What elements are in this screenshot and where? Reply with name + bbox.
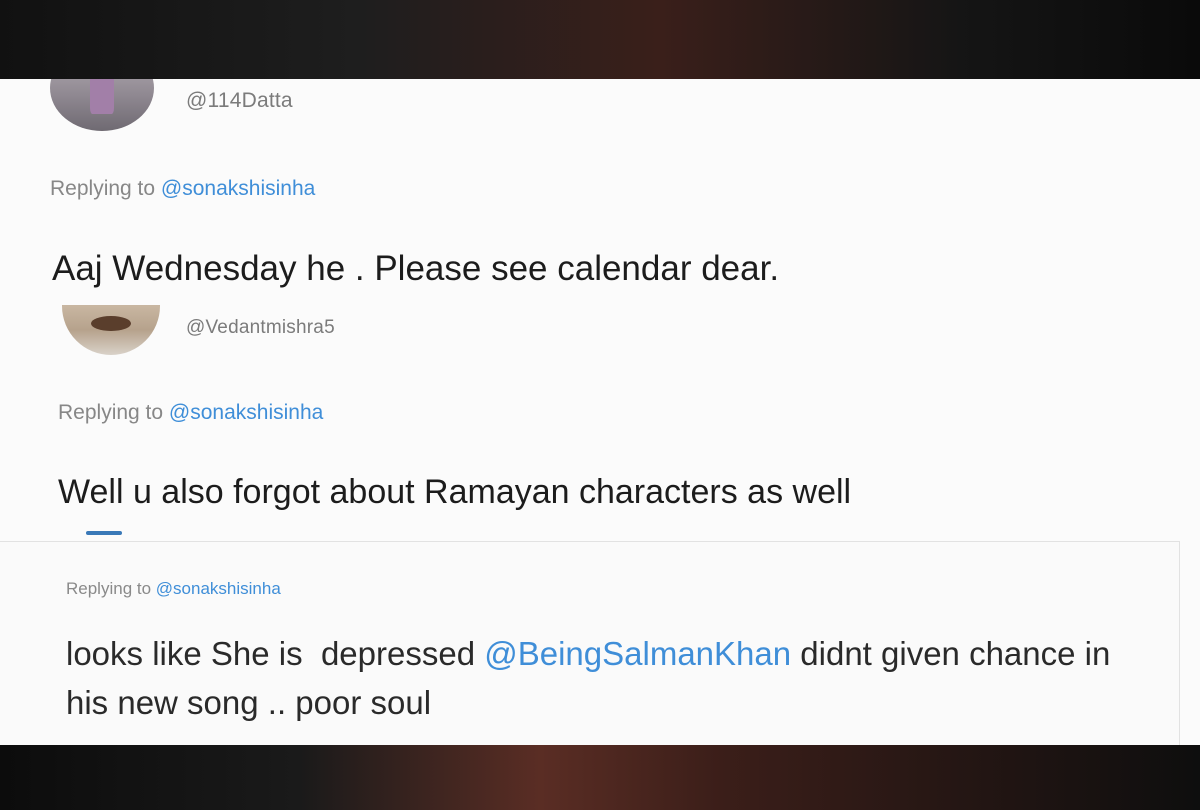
tweet-text: Aaj Wednesday he . Please see calendar d… [52,249,780,288]
user-handle[interactable]: @Vedantmishra5 [186,317,335,339]
tweet-text: looks like She is depressed @BeingSalman… [66,629,1146,727]
avatar-figure [89,79,115,114]
replying-to-label: Replying to [58,401,169,424]
replying-to-line: Replying to @sonakshisinha [66,579,281,599]
user-avatar[interactable] [62,305,160,355]
mention-link[interactable]: @sonakshisinha [156,579,281,598]
mention-link[interactable]: @BeingSalmanKhan [484,635,791,672]
mention-link[interactable]: @sonakshisinha [161,177,315,200]
user-avatar[interactable] [50,79,154,131]
replying-to-label: Replying to [66,579,156,598]
tweet-text-start: looks like She is depressed [66,635,485,672]
tweet-replies-panel: @114Datta Replying to @sonakshisinha Aaj… [0,79,1200,745]
thread-marker [86,531,122,535]
replying-to-line: Replying to @sonakshisinha [50,177,315,201]
replying-to-line: Replying to @sonakshisinha [58,401,323,425]
tweet-text: Well u also forgot about Ramayan charact… [58,473,852,511]
video-frame: @114Datta Replying to @sonakshisinha Aaj… [0,0,1200,810]
blurred-background-bottom [0,745,1200,810]
user-handle[interactable]: @114Datta [186,89,293,113]
mention-link[interactable]: @sonakshisinha [169,401,323,424]
replying-to-label: Replying to [50,177,161,200]
avatar-figure [91,316,131,331]
blurred-background-top [0,0,1200,79]
